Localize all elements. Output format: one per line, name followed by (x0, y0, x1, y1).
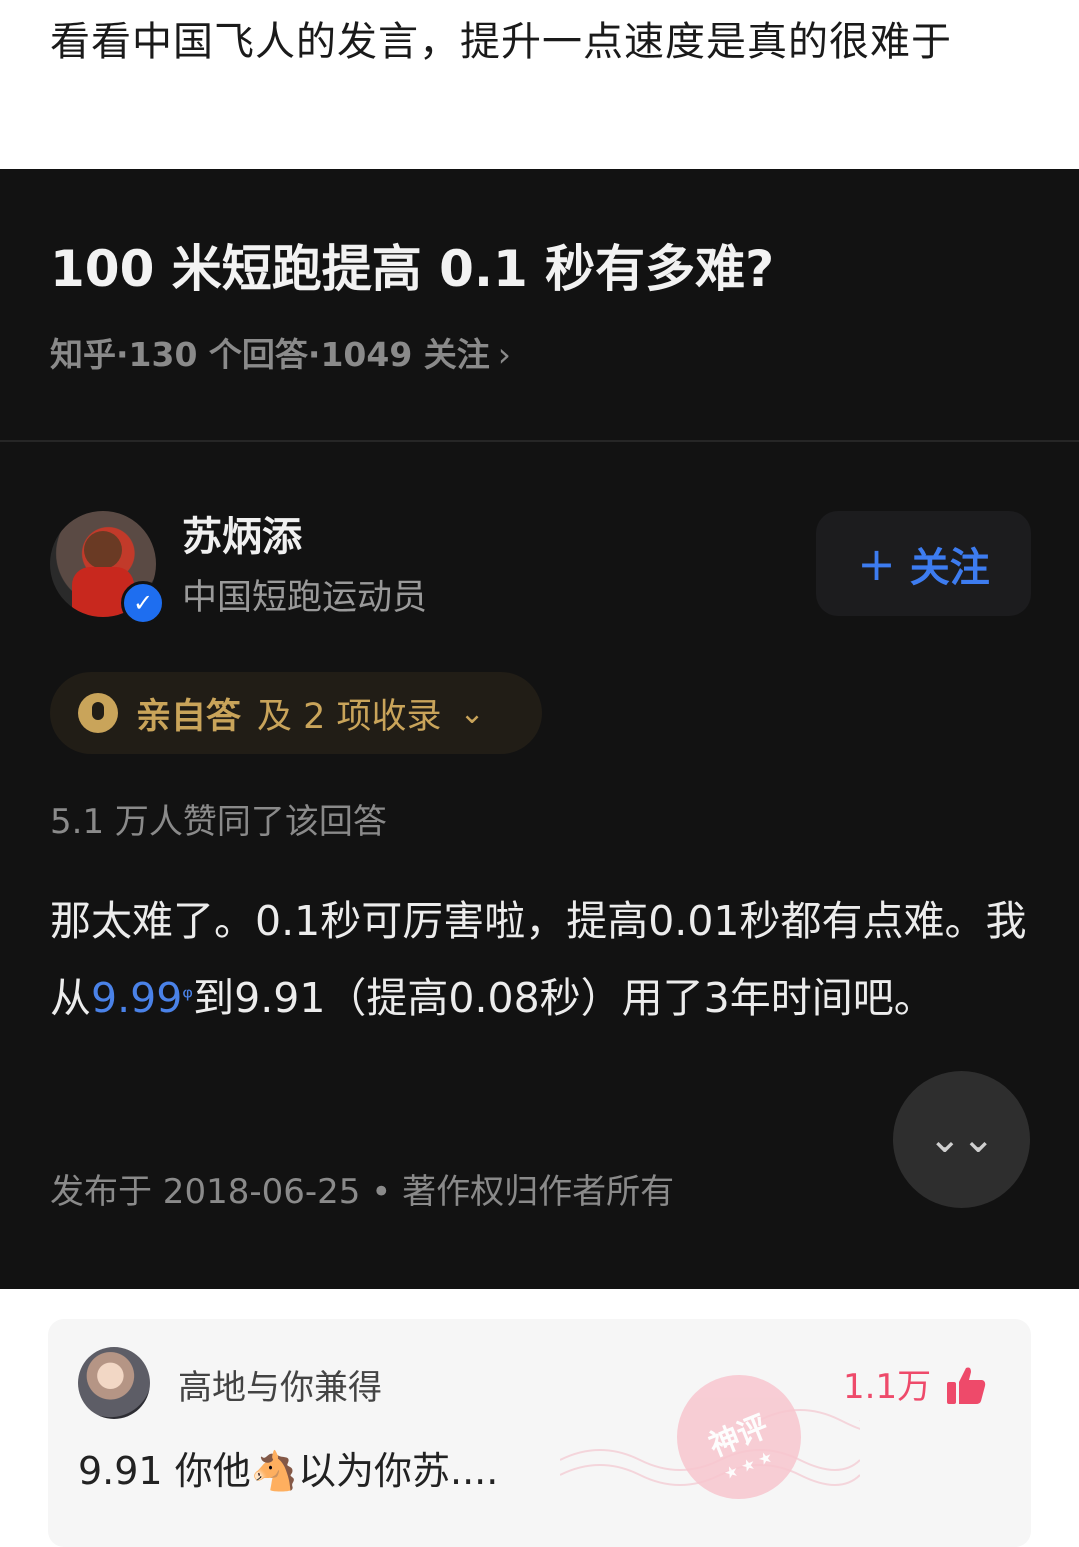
avatar-figure (84, 531, 122, 569)
comment-like-count: 1.1万 (843, 1367, 932, 1407)
plus-icon: + (857, 536, 896, 591)
comment-text: 9.91 你他🐴以为你苏.... (78, 1449, 499, 1493)
author-name[interactable]: 苏炳添 (182, 510, 302, 564)
answer-body: 那太难了。0.1秒可厉害啦，提高0.01秒都有点难。我从9.99ᵠ到9.91（提… (50, 883, 1040, 1037)
answer-link[interactable]: 9.99 (91, 974, 182, 1022)
author-title: 中国短跑运动员 (182, 578, 428, 618)
thumbs-up-icon[interactable] (944, 1364, 988, 1408)
publish-info: 发布于 2018-06-25 • 著作权归作者所有 (50, 1172, 675, 1212)
answer-text-2: 到9.91（提高0.08秒）用了3年时间吧。 (193, 974, 935, 1022)
question-title[interactable]: 100 米短跑提高 0.1 秒有多难? (50, 237, 774, 301)
follow-label: 关注 (909, 544, 990, 591)
chevron-down-icon: ⌄ (459, 695, 485, 731)
question-meta[interactable]: 知乎·130 个回答·1049 关注 › (50, 333, 511, 377)
answer-badge[interactable]: 亲自答 及 2 项收录 ⌄ (50, 672, 542, 754)
question-meta-text: 知乎·130 个回答·1049 关注 (50, 335, 490, 374)
commenter-name[interactable]: 高地与你兼得 (178, 1365, 382, 1411)
comment-card[interactable] (48, 1319, 1031, 1547)
commenter-avatar[interactable] (78, 1347, 150, 1419)
badge-medal-icon (78, 693, 118, 733)
badge-self-answered: 亲自答 (136, 696, 242, 737)
follow-button[interactable]: + 关注 (816, 511, 1031, 616)
chevron-right-icon: › (497, 335, 511, 374)
answer-likes: 5.1 万人赞同了该回答 (50, 802, 387, 842)
verified-icon: ✓ (121, 581, 165, 625)
post-caption: 看看中国飞人的发言，提升一点速度是真的很难于 (50, 19, 952, 65)
badge-collections: 及 2 项收录 (257, 696, 442, 737)
double-chevron-down-icon[interactable]: ⌄⌄ (893, 1071, 1030, 1208)
link-marker-icon: ᵠ (182, 983, 194, 1013)
divider (0, 440, 1079, 442)
